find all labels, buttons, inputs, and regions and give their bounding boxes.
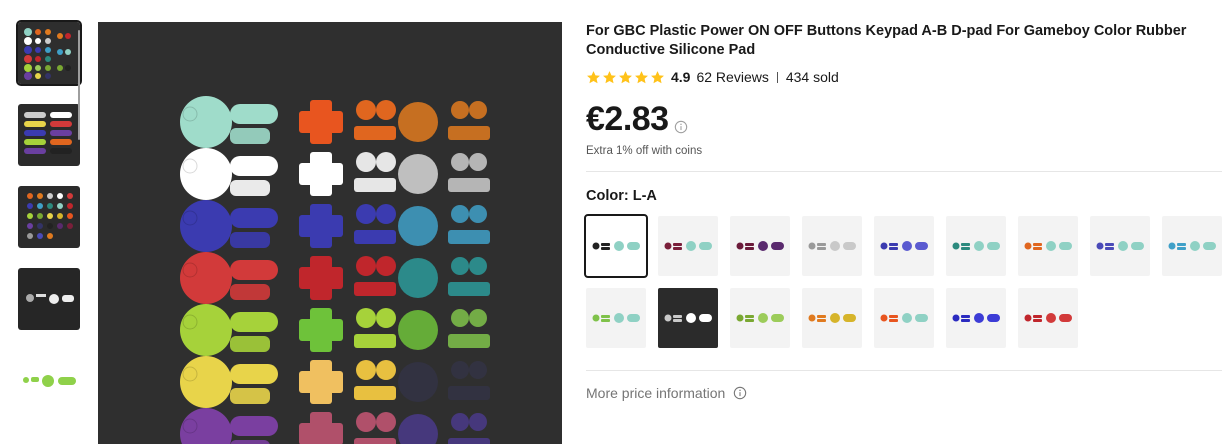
thumbnail-strip xyxy=(0,0,90,444)
swatch-image xyxy=(880,313,928,323)
color-swatch[interactable] xyxy=(946,288,1006,348)
color-swatch[interactable] xyxy=(730,288,790,348)
info-circle-icon xyxy=(734,386,747,400)
rating-row: 4.9 62 Reviews 434 sold xyxy=(586,68,1222,86)
divider xyxy=(586,370,1222,371)
button-pad xyxy=(398,362,438,402)
button-pad xyxy=(180,304,232,356)
color-label: Color: L-A xyxy=(586,188,657,204)
main-product-image[interactable] xyxy=(98,22,562,444)
button-pad xyxy=(230,260,278,280)
product-info: For GBC Plastic Power ON OFF Buttons Key… xyxy=(584,22,1222,401)
rating-value: 4.9 xyxy=(671,69,691,85)
swatch-image xyxy=(880,241,928,251)
color-swatch[interactable] xyxy=(1018,216,1078,276)
swatch-image xyxy=(736,313,784,323)
star-icon xyxy=(635,70,648,83)
button-pad xyxy=(230,104,278,124)
button-pad xyxy=(398,206,438,246)
product-title: For GBC Plastic Power ON OFF Buttons Key… xyxy=(586,23,1187,58)
color-swatch[interactable] xyxy=(874,288,934,348)
more-price-info-link[interactable]: More price information xyxy=(586,385,1222,401)
info-circle-icon[interactable] xyxy=(674,120,688,134)
button-pad xyxy=(398,258,438,298)
price: €2.83 xyxy=(586,100,669,138)
color-swatch[interactable] xyxy=(658,288,718,348)
ab-button xyxy=(356,412,376,432)
thumbnail-image xyxy=(18,268,80,330)
thumbnail-2[interactable] xyxy=(18,104,80,166)
swatch-image xyxy=(1168,241,1216,251)
thumbnail-image xyxy=(18,104,80,166)
swatch-image xyxy=(1096,241,1144,251)
star-icon xyxy=(651,70,664,83)
star-icon xyxy=(619,70,632,83)
thumbnail-3[interactable] xyxy=(18,186,80,248)
color-swatch[interactable] xyxy=(1090,216,1150,276)
color-swatch[interactable] xyxy=(586,288,646,348)
button-pad xyxy=(230,364,278,384)
color-swatch[interactable] xyxy=(1162,216,1222,276)
thumbnail-1[interactable] xyxy=(16,20,82,86)
thumbnail-image xyxy=(18,350,80,412)
swatch-image xyxy=(808,241,856,251)
price-row: €2.83 xyxy=(586,98,1222,138)
ab-button xyxy=(356,204,376,224)
color-swatch[interactable] xyxy=(1018,288,1078,348)
button-pad xyxy=(230,312,278,332)
color-swatch[interactable] xyxy=(658,216,718,276)
button-pad xyxy=(230,156,278,176)
button-pad xyxy=(180,356,232,408)
color-swatch[interactable] xyxy=(874,216,934,276)
color-swatch[interactable] xyxy=(802,288,862,348)
ab-button xyxy=(356,256,376,276)
product-photo xyxy=(98,22,562,444)
ab-button xyxy=(356,360,376,380)
ab-button xyxy=(356,100,376,120)
color-swatch[interactable] xyxy=(730,216,790,276)
color-swatch[interactable] xyxy=(584,214,648,278)
button-pad xyxy=(230,416,278,436)
swatch-image xyxy=(952,241,1000,251)
thumbnail-scrollbar[interactable] xyxy=(78,30,80,140)
color-swatches xyxy=(584,214,1222,356)
swatch-image xyxy=(592,313,640,323)
reviews-link[interactable]: 62 Reviews xyxy=(696,69,768,85)
swatch-image xyxy=(1024,313,1072,323)
swatch-image xyxy=(592,241,640,251)
button-pad xyxy=(398,102,438,142)
thumbnail-image xyxy=(18,22,80,84)
button-pad xyxy=(180,200,232,252)
separator xyxy=(776,71,778,83)
swatch-image xyxy=(736,241,784,251)
swatch-image xyxy=(952,313,1000,323)
more-price-label: More price information xyxy=(586,385,726,401)
star-icon xyxy=(603,70,616,83)
product-page: For GBC Plastic Power ON OFF Buttons Key… xyxy=(0,0,1222,444)
thumbnail-4[interactable] xyxy=(18,268,80,330)
color-swatch[interactable] xyxy=(802,216,862,276)
button-pad xyxy=(180,252,232,304)
ab-button xyxy=(356,152,376,172)
sold-count: 434 sold xyxy=(785,69,839,85)
button-pad xyxy=(180,148,232,200)
divider xyxy=(586,171,1222,172)
button-pad xyxy=(180,96,232,148)
button-pad xyxy=(398,154,438,194)
star-rating[interactable] xyxy=(586,70,665,85)
thumbnail-image xyxy=(18,186,80,248)
star-icon xyxy=(587,70,600,83)
swatch-image xyxy=(808,313,856,323)
swatch-image xyxy=(664,313,712,323)
button-pad xyxy=(230,208,278,228)
coins-discount-note: Extra 1% off with coins xyxy=(586,145,703,157)
swatch-image xyxy=(664,241,712,251)
thumbnail-5[interactable] xyxy=(18,350,80,412)
ab-button xyxy=(356,308,376,328)
color-swatch[interactable] xyxy=(946,216,1006,276)
swatch-image xyxy=(1024,241,1072,251)
button-pad xyxy=(398,310,438,350)
